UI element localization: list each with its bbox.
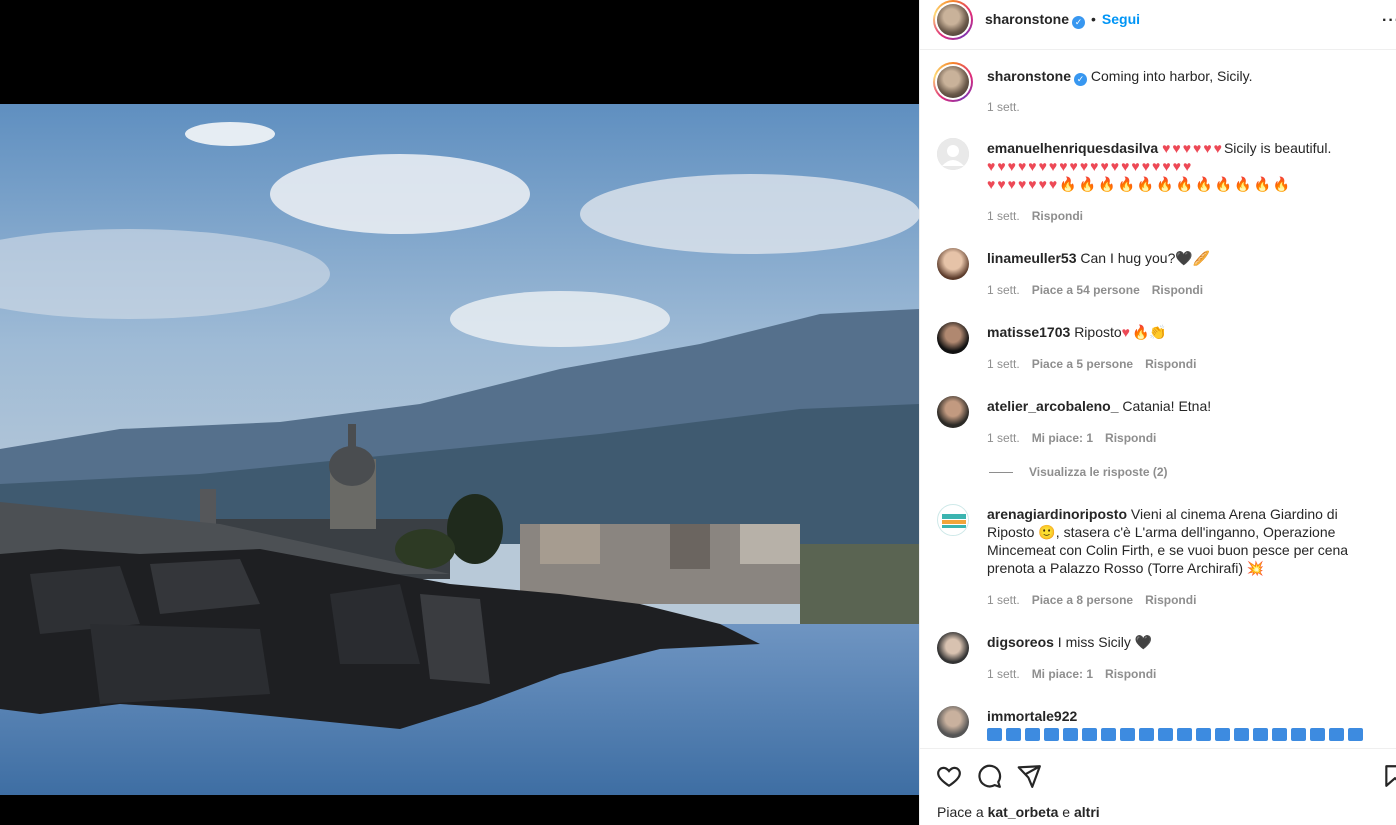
comment-text-block: matisse1703 Riposto♥🔥👏 (987, 323, 1377, 341)
likes-join: e (1062, 804, 1071, 820)
likes-count[interactable]: Piace a 5 persone (1032, 357, 1133, 371)
follow-button[interactable]: Segui (1102, 11, 1140, 27)
post-media[interactable] (0, 0, 919, 825)
comment-username[interactable]: arenagiardinoriposto (987, 506, 1127, 522)
heart-emoji-run: ♥♥♥♥♥♥♥ (987, 176, 1060, 192)
post-photo (0, 104, 919, 795)
comment-meta: 1 sett. Mi piace: 1 Rispondi (987, 431, 1168, 445)
comment-time[interactable]: 1 sett. (987, 431, 1020, 445)
likes-count[interactable]: Piace a 8 persone (1032, 593, 1133, 607)
fire-clap-emoji: 🔥👏 (1131, 324, 1167, 340)
caption-text-block: sharonstone ✓ Coming into harbor, Sicily. (987, 67, 1377, 86)
caption-meta: 1 sett. (987, 100, 1032, 114)
comment-time[interactable]: 1 sett. (987, 593, 1020, 607)
comment-icon[interactable] (976, 763, 1002, 789)
more-icon[interactable]: ··· (1382, 12, 1396, 30)
comment-text-block: atelier_arcobaleno_ Catania! Etna! (987, 397, 1377, 415)
comment-text: Catania! Etna! (1122, 398, 1212, 414)
heart-icon[interactable] (936, 763, 962, 789)
reply-button[interactable]: Rispondi (1105, 667, 1156, 681)
heart-emoji-run: ♥♥♥♥♥♥♥♥♥♥♥♥♥♥♥♥♥♥♥♥ (987, 158, 1194, 174)
share-icon[interactable] (1016, 763, 1042, 789)
commenter-avatar[interactable] (937, 396, 969, 428)
reply-button[interactable]: Rispondi (1145, 357, 1196, 371)
likes-prefix: Piace a (937, 804, 984, 820)
comment-text-block: digsoreos I miss Sicily 🖤 (987, 633, 1377, 651)
likes-summary: Piace a kat_orbeta e altri (937, 804, 1100, 820)
comment-username[interactable]: matisse1703 (987, 324, 1070, 340)
verified-icon: ✓ (1074, 73, 1088, 86)
reply-button[interactable]: Rispondi (1145, 593, 1196, 607)
author-avatar[interactable] (933, 0, 973, 40)
reply-button[interactable]: Rispondi (1032, 209, 1083, 223)
comment-text: Riposto (1074, 324, 1122, 340)
comment-time[interactable]: 1 sett. (987, 283, 1020, 297)
likes-others[interactable]: altri (1074, 804, 1100, 820)
reply-button[interactable]: Rispondi (1152, 283, 1203, 297)
commenter-avatar[interactable] (937, 632, 969, 664)
likes-count[interactable]: Mi piace: 1 (1032, 431, 1093, 445)
comment-text: Sicily is beautiful. (1223, 140, 1332, 156)
comment-username[interactable]: atelier_arcobaleno_ (987, 398, 1119, 414)
comment-meta: 1 sett. Piace a 5 persone Rispondi (987, 357, 1208, 371)
commenter-avatar[interactable] (937, 706, 969, 738)
author-username[interactable]: sharonstone (985, 11, 1069, 27)
heart-emoji-run: ♥♥♥♥♥♥ (1162, 140, 1224, 156)
comment-text-block: linameuller53 Can I hug you?🖤🥖 (987, 249, 1377, 267)
heart-emoji: ♥ (1121, 324, 1132, 340)
likes-user[interactable]: kat_orbeta (988, 804, 1059, 820)
comment-text-block: immortale922 (987, 707, 1377, 743)
post-sidebar: sharonstone✓•Segui ··· sharonstone✓ Comi… (919, 0, 1396, 825)
view-replies-button[interactable]: Visualizza le risposte (2) (989, 465, 1168, 479)
caption-text: Coming into harbor, Sicily. (1090, 68, 1253, 84)
comment-username[interactable]: emanuelhenriquesdasilva (987, 140, 1158, 156)
comment-time[interactable]: 1 sett. (987, 357, 1020, 371)
heart-emoji: 🖤🥖 (1175, 250, 1211, 266)
comment-text-block: arenagiardinoriposto Vieni al cinema Are… (987, 505, 1377, 577)
arena-logo-icon (939, 506, 968, 535)
post-actions (920, 748, 1396, 800)
comment-meta: 1 sett. Rispondi (987, 209, 1095, 223)
comment-time[interactable]: 1 sett. (987, 209, 1020, 223)
header-identity: sharonstone ✓ • Segui (985, 11, 1140, 29)
comment-meta: 1 sett. Piace a 54 persone Rispondi (987, 283, 1215, 297)
comment-text: I miss Sicily 🖤 (1057, 634, 1153, 650)
author-avatar[interactable] (933, 62, 973, 102)
reply-button[interactable]: Rispondi (1105, 431, 1156, 445)
comment-text-block: emanuelhenriquesdasilva ♥♥♥♥♥♥Sicily is … (987, 139, 1377, 193)
replies-divider (989, 472, 1013, 474)
comment-meta: 1 sett. Piace a 8 persone Rispondi (987, 593, 1208, 607)
verified-icon: ✓ (1072, 16, 1086, 29)
comment-username[interactable]: linameuller53 (987, 250, 1077, 266)
instagram-post-view: sharonstone✓•Segui ··· sharonstone✓ Comi… (0, 0, 1396, 825)
caption-username[interactable]: sharonstone (987, 68, 1071, 84)
fire-emoji-run: 🔥🔥🔥🔥🔥🔥🔥🔥🔥🔥🔥🔥 (1059, 176, 1293, 192)
comment-meta: 1 sett. Mi piace: 1 Rispondi (987, 667, 1168, 681)
top-emoji-run (987, 726, 1367, 742)
bookmark-icon[interactable] (1382, 763, 1396, 789)
caption-time[interactable]: 1 sett. (987, 100, 1020, 114)
comment-username[interactable]: digsoreos (987, 634, 1054, 650)
post-header: sharonstone✓ • Segui ··· (920, 0, 1396, 50)
commenter-avatar[interactable] (937, 138, 969, 170)
view-replies-label[interactable]: Visualizza le risposte (2) (1029, 465, 1168, 479)
likes-count[interactable]: Mi piace: 1 (1032, 667, 1093, 681)
default-avatar-icon (937, 138, 969, 170)
separator-dot: • (1091, 11, 1096, 27)
comment-time[interactable]: 1 sett. (987, 667, 1020, 681)
likes-count[interactable]: Piace a 54 persone (1032, 283, 1140, 297)
comment-text: Can I hug you? (1080, 250, 1176, 266)
comment-username[interactable]: immortale922 (987, 708, 1077, 724)
commenter-avatar[interactable] (937, 504, 969, 536)
commenter-avatar[interactable] (937, 322, 969, 354)
comments-list[interactable]: sharonstone ✓ Coming into harbor, Sicily.… (920, 50, 1396, 748)
commenter-avatar[interactable] (937, 248, 969, 280)
